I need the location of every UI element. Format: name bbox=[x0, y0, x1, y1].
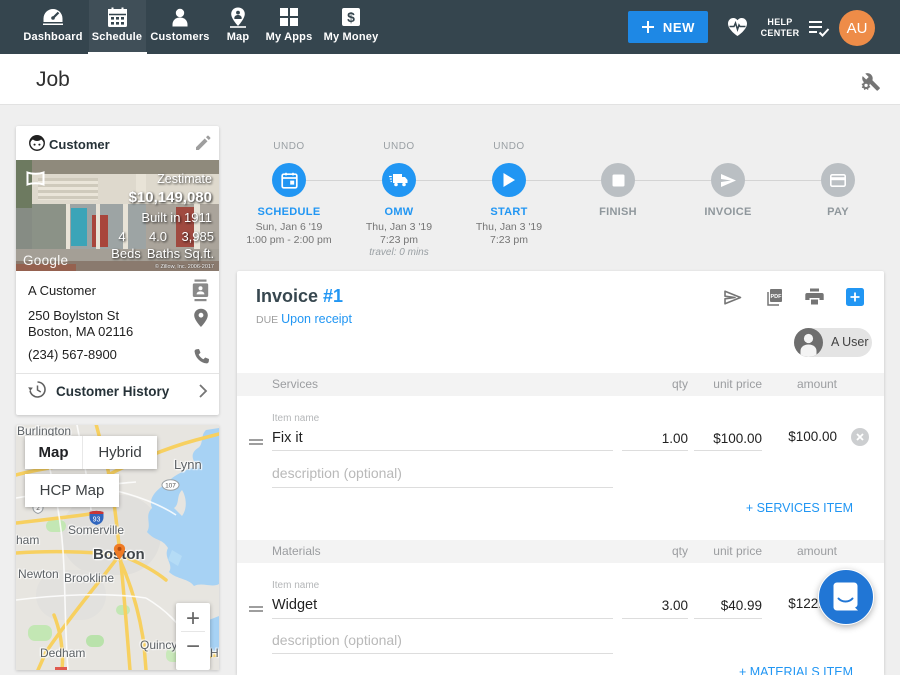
svg-text:$: $ bbox=[347, 9, 355, 25]
svg-text:93: 93 bbox=[93, 517, 101, 524]
svg-text:107: 107 bbox=[165, 483, 176, 490]
svg-text:PDF: PDF bbox=[771, 294, 783, 300]
